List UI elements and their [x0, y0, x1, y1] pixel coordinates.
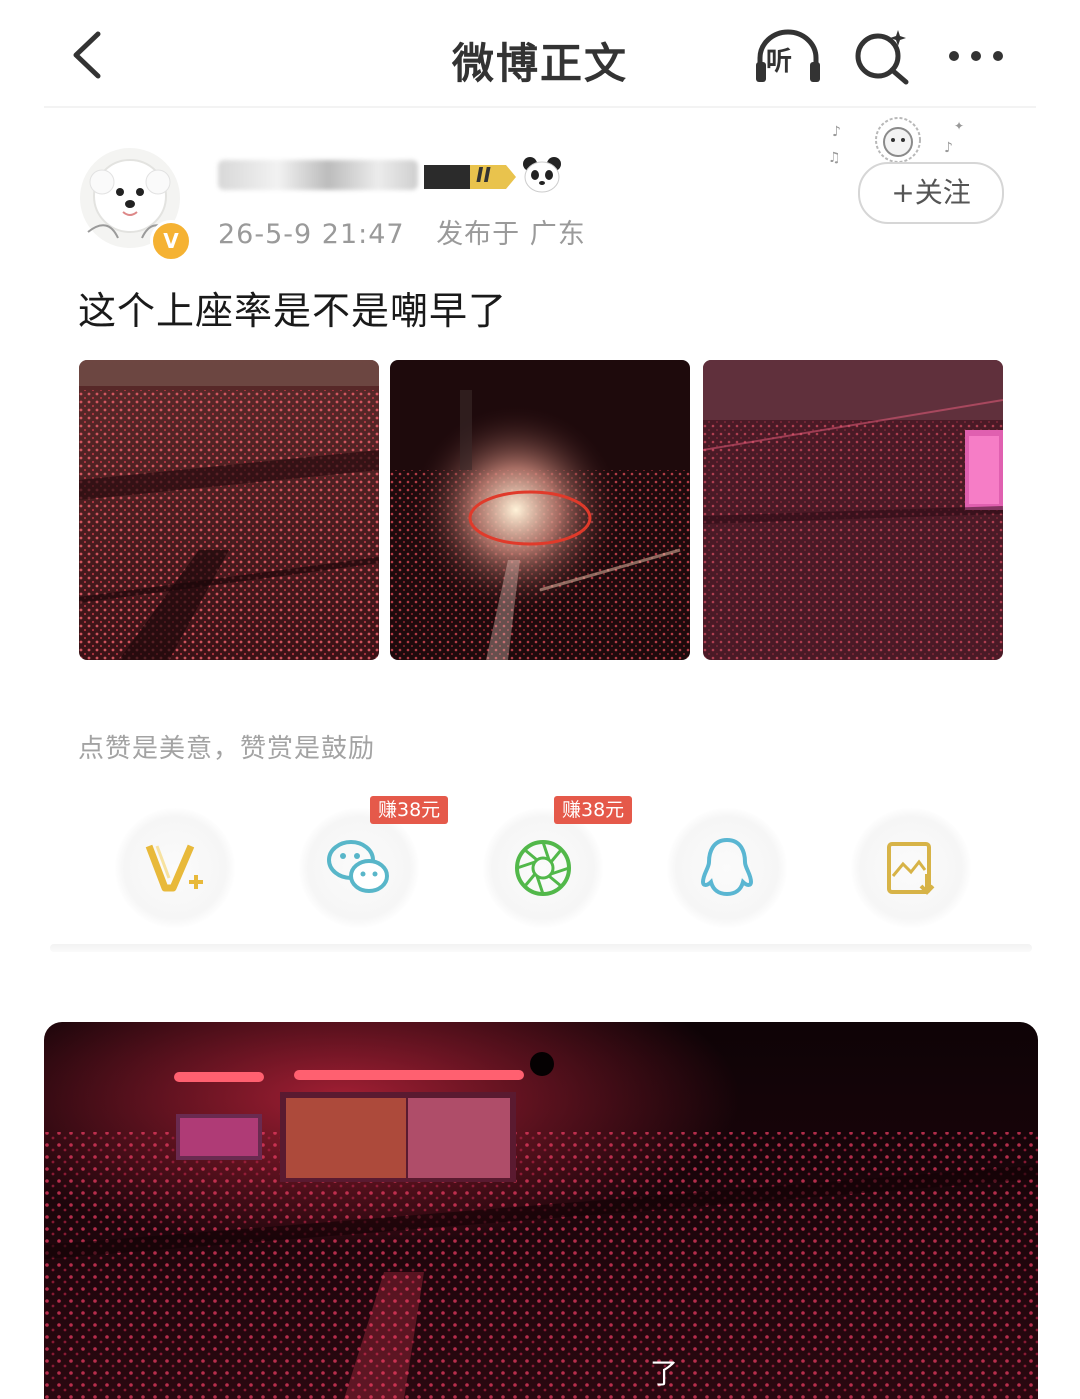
follow-button[interactable]: +关注	[858, 162, 1004, 224]
username-redaction	[218, 159, 418, 190]
search-icon	[855, 30, 909, 85]
listen-label: 听	[766, 47, 793, 77]
image-caption: 了	[650, 1357, 679, 1390]
level-badge: II	[424, 162, 516, 192]
page-title: 微博正文	[451, 39, 628, 88]
listen-button[interactable]: 听	[754, 26, 822, 86]
svg-text:♫: ♫	[828, 150, 841, 166]
username-blurred[interactable]	[218, 156, 418, 196]
post-photo-3[interactable]	[703, 360, 1003, 660]
level-number: II	[476, 163, 491, 187]
post-text: 这个上座率是不是嘲早了	[78, 289, 508, 333]
post-photo-1[interactable]	[79, 360, 379, 660]
share-qq-button[interactable]	[662, 798, 792, 928]
svg-text:♪: ♪	[944, 140, 953, 156]
panda-icon	[522, 156, 562, 194]
svg-text:♪: ♪	[832, 124, 841, 140]
verified-badge: V	[150, 220, 192, 262]
section-divider	[50, 944, 1032, 952]
post-time: 26-5-9 21:47	[218, 219, 405, 250]
earn-badge: 赚38元	[554, 796, 633, 824]
qq-icon	[700, 837, 754, 897]
top-nav-bar: 微博正文 听	[0, 0, 1080, 110]
post-meta: 26-5-9 21:47 发布于 广东	[218, 212, 608, 251]
save-image-icon	[887, 842, 935, 895]
concert-arena-icon	[44, 1022, 1038, 1399]
svg-text:✦: ✦	[954, 119, 964, 133]
share-vplus-button[interactable]	[110, 798, 240, 928]
more-button[interactable]	[944, 32, 1008, 80]
arena-photo-icon	[79, 360, 379, 660]
arena-photo-icon	[703, 360, 1003, 660]
arena-photo-icon	[390, 360, 690, 660]
wechat-icon	[327, 840, 389, 893]
search-button[interactable]	[852, 26, 914, 86]
vplus-icon	[145, 844, 203, 892]
earn-badge: 赚38元	[370, 796, 449, 824]
share-save-image-button[interactable]	[846, 798, 976, 928]
concert-image[interactable]	[44, 1022, 1038, 1399]
nav-divider	[44, 106, 1036, 108]
reward-text: 点赞是美意，赞赏是鼓励	[78, 734, 376, 764]
post-photo-2[interactable]	[390, 360, 690, 660]
post-location: 发布于 广东	[436, 219, 586, 250]
more-dots-icon	[949, 51, 1003, 61]
moments-icon	[515, 840, 571, 896]
